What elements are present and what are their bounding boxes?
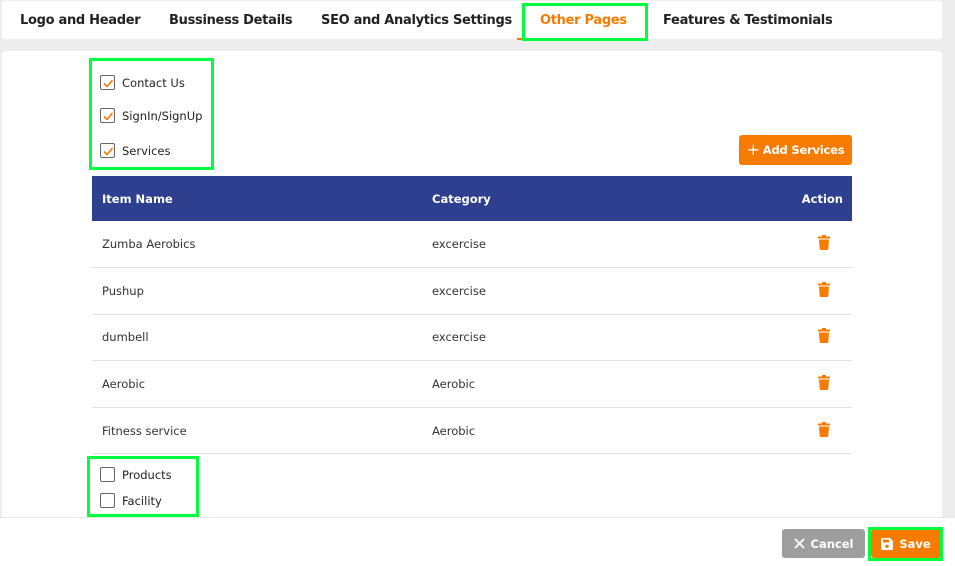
tab-seo-analytics[interactable]: SEO and Analytics Settings [321,1,512,39]
plus-icon: + [746,140,760,159]
category-cell: Aerobic [432,423,476,438]
check-icon [103,79,114,88]
services-checkbox[interactable] [100,143,115,158]
checkbox-row-signin-signup[interactable]: SignIn/SignUp [100,108,202,123]
column-header-item-name: Item Name [102,191,173,206]
table-row: Aerobic Aerobic [92,361,852,408]
signin-signup-label: SignIn/SignUp [122,108,203,123]
table-row: Zumba Aerobics excercise [92,221,852,268]
products-label: Products [122,467,172,482]
category-cell: excercise [432,237,486,252]
close-icon [793,538,805,549]
tab-logo-and-header[interactable]: Logo and Header [20,1,141,39]
check-icon [103,147,114,156]
contact-us-label: Contact Us [122,75,185,90]
delete-icon[interactable] [818,375,830,393]
tab-other-pages[interactable]: Other Pages [540,1,627,39]
category-cell: excercise [432,283,486,298]
action-cell [666,268,852,315]
checkbox-row-facility[interactable]: Facility [100,493,162,508]
table-row: Fitness service Aerobic [92,407,852,454]
tab-bar: Logo and Header Bussiness Details SEO an… [2,1,942,40]
cancel-label: Cancel [810,536,854,551]
tab-features-testimonials[interactable]: Features & Testimonials [663,1,833,39]
table-row: Pushup excercise [92,268,852,315]
services-label: Services [122,143,171,158]
item-name-cell: Fitness service [102,423,187,438]
table-row: dumbell excercise [92,314,852,361]
action-cell [666,361,852,408]
category-cell: excercise [432,330,486,345]
active-tab-indicator [517,38,637,40]
contact-us-checkbox[interactable] [100,75,115,90]
checkbox-row-products[interactable]: Products [100,467,172,482]
delete-icon[interactable] [818,235,830,253]
checkbox-row-services[interactable]: Services [100,143,171,158]
save-button[interactable]: Save [871,529,941,558]
item-name-cell: Aerobic [102,377,146,392]
item-name-cell: Zumba Aerobics [102,237,196,252]
column-header-category: Category [432,191,491,206]
cancel-button[interactable]: Cancel [782,529,865,558]
delete-icon[interactable] [818,281,830,300]
save-label: Save [899,536,931,551]
delete-icon[interactable] [818,421,830,440]
item-name-cell: Pushup [102,283,144,298]
item-name-cell: dumbell [102,330,149,345]
check-icon [103,112,114,121]
add-services-button[interactable]: + Add Services [739,135,852,165]
action-cell [666,314,852,361]
facility-checkbox[interactable] [100,493,115,508]
action-cell [666,221,852,268]
signin-signup-checkbox[interactable] [100,108,115,123]
floppy-disk-icon [881,537,894,550]
column-header-action: Action [801,191,843,206]
products-checkbox[interactable] [100,467,115,482]
tab-business-details[interactable]: Bussiness Details [169,1,293,39]
action-cell [666,407,852,454]
add-services-label: Add Services [762,143,845,157]
table-header-row: Item Name Category Action [92,176,852,221]
category-cell: Aerobic [432,377,476,392]
delete-icon[interactable] [818,328,830,346]
facility-label: Facility [122,493,162,508]
services-table: Item Name Category Action Zumba Aerobics… [92,176,852,454]
checkbox-row-contact-us[interactable]: Contact Us [100,75,185,90]
